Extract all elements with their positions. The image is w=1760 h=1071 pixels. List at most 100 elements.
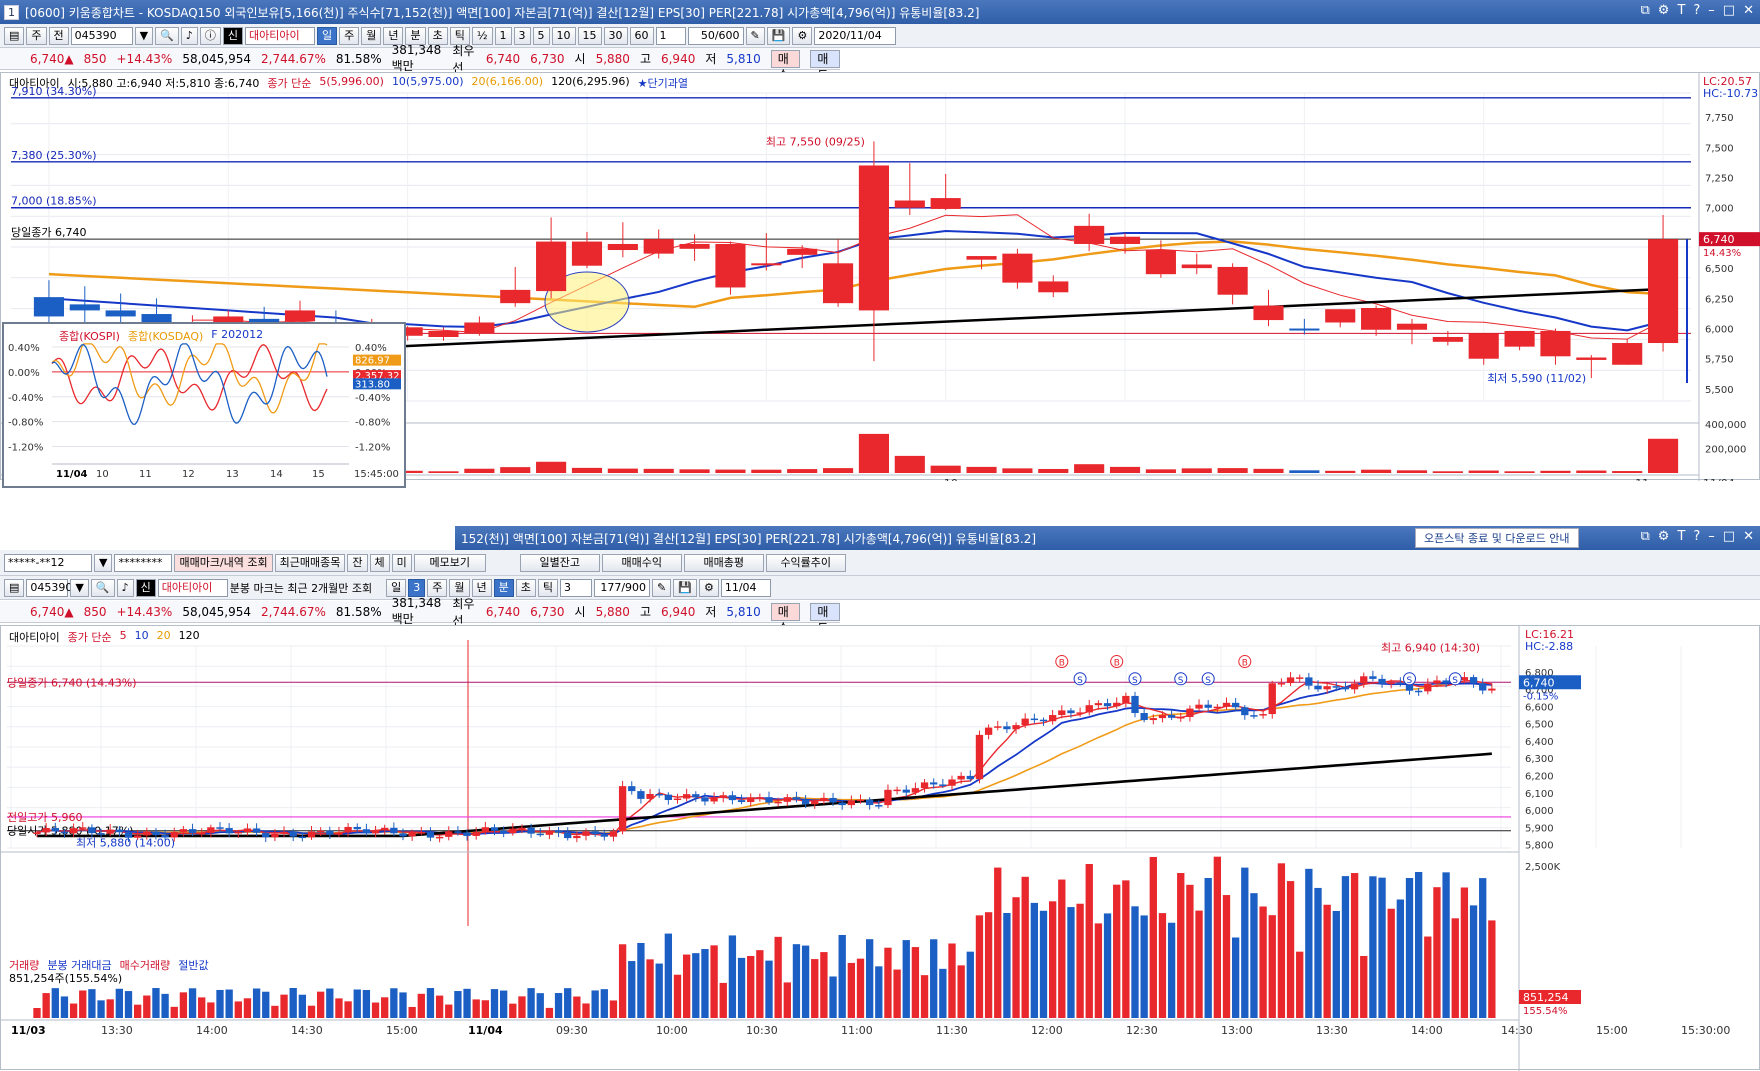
- type2-select[interactable]: 전: [48, 26, 69, 45]
- period-second[interactable]: 초: [427, 26, 448, 45]
- b-candle-body: [335, 832, 343, 835]
- bp-second[interactable]: 초: [515, 578, 536, 597]
- bottom-minimize-icon[interactable]: –: [1708, 529, 1715, 544]
- b-candle-body: [106, 829, 114, 834]
- gear-icon[interactable]: ⚙: [792, 26, 813, 45]
- bottom-help-icon[interactable]: ?: [1693, 529, 1700, 544]
- b-sell-button[interactable]: 매도: [810, 602, 840, 635]
- period-week[interactable]: 주: [339, 26, 360, 45]
- bottom-titlebar[interactable]: 152(천)] 액면[100] 자본금[71(억)] 결산[12월] EPS[3…: [455, 526, 1760, 550]
- tab-unfilled[interactable]: 미: [391, 553, 412, 572]
- num-5[interactable]: 5: [532, 26, 550, 45]
- daily-balance-button[interactable]: 일별잔고: [519, 553, 600, 572]
- minimize-icon[interactable]: –: [1708, 3, 1715, 18]
- b-volume-bar: [518, 996, 526, 1018]
- code-input[interactable]: 045390: [70, 26, 133, 45]
- account-dropdown-icon[interactable]: ▼: [94, 553, 113, 572]
- close-icon[interactable]: ✕: [1743, 3, 1754, 18]
- return-trend-button[interactable]: 수익률추이: [765, 553, 846, 572]
- b-candle-body: [1387, 682, 1395, 685]
- period-year[interactable]: 년: [383, 26, 404, 45]
- bottom-restore-icon[interactable]: ⧉: [1640, 529, 1649, 544]
- date-input[interactable]: 2020/11/04: [814, 26, 897, 45]
- text-icon[interactable]: T: [1677, 3, 1685, 18]
- memo-button[interactable]: 메모보기: [413, 553, 486, 572]
- candle-body: [536, 241, 567, 292]
- volume-bar: [1540, 470, 1571, 473]
- period-month[interactable]: 월: [361, 26, 382, 45]
- bottom-text-icon[interactable]: T: [1677, 529, 1685, 544]
- bottom-save-icon[interactable]: 💾: [673, 578, 697, 597]
- bp-tick[interactable]: 틱: [537, 578, 559, 597]
- count-input[interactable]: 50/600: [687, 26, 744, 45]
- bottom-speaker-icon[interactable]: ♪: [116, 578, 134, 597]
- b-candle-body: [911, 788, 920, 793]
- trade-profit-button[interactable]: 매매수익: [601, 553, 682, 572]
- restore-icon[interactable]: ⧉: [1640, 3, 1649, 18]
- password-input[interactable]: ********: [114, 553, 173, 572]
- bottom-tools-icon[interactable]: ✎: [652, 578, 672, 597]
- b-volume-bar: [1213, 856, 1222, 1018]
- num-1[interactable]: 1: [494, 26, 512, 45]
- period-day[interactable]: 일: [316, 26, 338, 45]
- buy-button[interactable]: 매수: [770, 49, 801, 82]
- b-candle-body: [637, 791, 645, 799]
- b-buy-button[interactable]: 매수: [770, 602, 801, 635]
- b-candle-body: [1396, 682, 1405, 685]
- bottom-gear-icon[interactable]: ⚙: [698, 578, 719, 597]
- info-icon[interactable]: ⓘ: [199, 26, 221, 45]
- bottom-close-icon[interactable]: ✕: [1743, 529, 1754, 544]
- notice-button[interactable]: 오픈스탁 종료 및 다운로드 안내: [1415, 528, 1579, 548]
- num-10[interactable]: 10: [551, 26, 576, 45]
- b-candle-body: [975, 734, 984, 780]
- maximize-icon[interactable]: □: [1723, 3, 1735, 18]
- bottom-stock-name[interactable]: 대아티아이: [157, 578, 228, 597]
- bottom-code-input[interactable]: 045390: [26, 578, 72, 597]
- bottom-settings-icon[interactable]: ⚙: [1658, 529, 1670, 544]
- num-15[interactable]: 15: [577, 26, 602, 45]
- bottom-maximize-icon[interactable]: □: [1723, 529, 1735, 544]
- num-60[interactable]: 60: [629, 26, 654, 45]
- bottom-chart-panel[interactable]: 대아티아이 종가 단순 5 10 20 120 거래량 분봉 거래대금 매수거래…: [0, 625, 1760, 1071]
- stock-name[interactable]: 대아티아이: [244, 26, 315, 45]
- num-30[interactable]: 30: [603, 26, 628, 45]
- bottom-dropdown-icon[interactable]: ▼: [70, 578, 89, 597]
- type1-select[interactable]: 주: [26, 26, 47, 45]
- bottom-date-input[interactable]: 11/04: [720, 578, 771, 597]
- account-select[interactable]: *****-**12: [4, 553, 92, 572]
- window-titlebar[interactable]: 1 [0600] 키움종합차트 - KOSDAQ150 외국인보유[5,166(…: [0, 0, 1760, 24]
- settings-icon[interactable]: ⚙: [1658, 3, 1670, 18]
- b-volume-bar: [179, 992, 188, 1018]
- search-icon[interactable]: 🔍: [155, 26, 179, 45]
- b-candle-body: [1103, 703, 1112, 707]
- tab-recent[interactable]: 최근매매종목: [274, 553, 346, 572]
- num-3[interactable]: 3: [513, 26, 531, 45]
- tab-balance[interactable]: 잔: [347, 553, 368, 572]
- period-minute[interactable]: 분: [405, 26, 426, 45]
- bottom-menu-icon[interactable]: ▤: [4, 578, 25, 597]
- bottom-price-chart[interactable]: 당일종가 6,740 (14.43%)전일고가 5,960당일시가 5,880 …: [1, 626, 1760, 1071]
- menu-icon[interactable]: ▤: [4, 26, 25, 45]
- speaker-icon[interactable]: ♪: [180, 26, 198, 45]
- b-volume-bar: [1103, 913, 1112, 1018]
- save-icon[interactable]: 💾: [766, 26, 791, 45]
- bottom-n-select[interactable]: 3: [560, 578, 593, 597]
- b-volume-bar: [252, 988, 261, 1018]
- index-inset-panel[interactable]: 종합(KOSPI) 종합(KOSDAQ) F 202012 0.40% 0.40%…: [2, 322, 406, 488]
- bp-3[interactable]: 3: [408, 578, 426, 597]
- bottom-search-icon[interactable]: 🔍: [90, 578, 115, 597]
- help-icon[interactable]: ?: [1693, 3, 1700, 18]
- trade-review-button[interactable]: 매매총평: [683, 553, 764, 572]
- quote-low: 5,810: [726, 51, 761, 66]
- bottom-count-input[interactable]: 177/900: [594, 578, 651, 597]
- tools-icon[interactable]: ✎: [745, 26, 765, 45]
- bp-minute[interactable]: 분: [493, 578, 514, 597]
- tab-trade-mark[interactable]: 매매마크/내역 조회: [174, 553, 273, 572]
- tab-filled[interactable]: 체: [369, 553, 390, 572]
- bp-week[interactable]: 주: [427, 578, 448, 597]
- bp-day[interactable]: 일: [386, 578, 407, 597]
- sell-button[interactable]: 매도: [810, 49, 840, 82]
- code-dropdown-icon[interactable]: ▼: [134, 26, 154, 45]
- b-volume-bar: [509, 1003, 517, 1018]
- n-select[interactable]: 1: [655, 26, 686, 45]
